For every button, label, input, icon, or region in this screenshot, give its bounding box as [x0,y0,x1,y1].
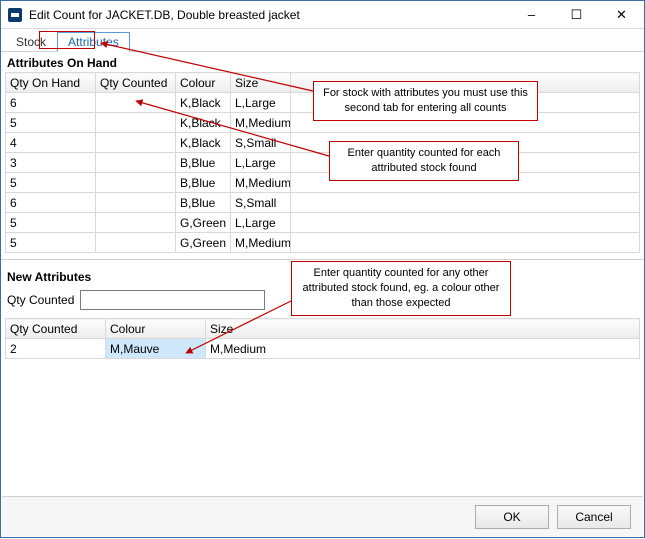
cell-empty [291,213,640,233]
table-row[interactable]: 5 G,GreenM,Medium [6,233,640,253]
cell-qty-on-hand[interactable]: 5 [6,213,96,233]
maximize-button[interactable]: ☐ [554,1,599,29]
cell-colour[interactable]: K,Black [176,93,231,113]
window-title: Edit Count for JACKET.DB, Double breaste… [29,8,509,22]
dialog-footer: OK Cancel [2,496,643,536]
tab-stock[interactable]: Stock [5,32,57,51]
cell-qty-counted[interactable] [96,133,176,153]
cell-qty-counted[interactable] [96,93,176,113]
col-qty-counted[interactable]: Qty Counted [96,73,176,93]
cell-size[interactable]: M,Medium [231,173,291,193]
cell-colour[interactable]: G,Green [176,213,231,233]
new-attributes-table: Qty Counted Colour Size 2M,MauveM,Medium [5,318,640,359]
cell-size[interactable]: M,Medium [206,339,640,359]
heading-attributes-on-hand: Attributes On Hand [1,52,644,72]
cell-qty-counted[interactable] [96,113,176,133]
cell-qty-counted[interactable] [96,233,176,253]
col-colour[interactable]: Colour [176,73,231,93]
cell-size[interactable]: L,Large [231,213,291,233]
tab-attributes[interactable]: Attributes [57,32,130,52]
cell-size[interactable]: M,Medium [231,113,291,133]
cancel-button[interactable]: Cancel [557,505,631,529]
cell-empty [291,193,640,213]
cell-size[interactable]: L,Large [231,153,291,173]
cell-qty-counted[interactable] [96,193,176,213]
col-size[interactable]: Size [231,73,291,93]
tab-strip: Stock Attributes [1,29,644,52]
col2-size[interactable]: Size [206,319,640,339]
cell-size[interactable]: S,Small [231,133,291,153]
cell-colour[interactable]: M,Mauve [106,339,206,359]
cell-colour[interactable]: B,Blue [176,193,231,213]
cell-empty [291,233,640,253]
annotation-new-qty: Enter quantity counted for any other att… [291,261,511,316]
close-button[interactable]: ✕ [599,1,644,29]
table-row[interactable]: 3 B,BlueL,Large [6,153,640,173]
app-icon [7,7,23,23]
col2-colour[interactable]: Colour [106,319,206,339]
cell-colour[interactable]: G,Green [176,233,231,253]
cell-colour[interactable]: B,Blue [176,173,231,193]
qty-counted-input[interactable] [80,290,265,310]
cell-qty-counted[interactable] [96,153,176,173]
cell-colour[interactable]: B,Blue [176,153,231,173]
cell-size[interactable]: L,Large [231,93,291,113]
cell-qty-on-hand[interactable]: 4 [6,133,96,153]
cell-qty-on-hand[interactable]: 6 [6,93,96,113]
cell-qty-on-hand[interactable]: 5 [6,113,96,133]
window-buttons: – ☐ ✕ [509,1,644,29]
qty-counted-label: Qty Counted [7,293,74,307]
cell-qty-on-hand[interactable]: 6 [6,193,96,213]
annotation-qty-counted-col: Enter quantity counted for each attribut… [329,141,519,181]
cell-size[interactable]: S,Small [231,193,291,213]
annotation-tab: For stock with attributes you must use t… [313,81,538,121]
table-row[interactable]: 5 B,BlueM,Medium [6,173,640,193]
table-row[interactable]: 6 B,BlueS,Small [6,193,640,213]
divider [1,259,644,260]
cell-colour[interactable]: K,Black [176,113,231,133]
table-row[interactable]: 4 K,BlackS,Small [6,133,640,153]
cell-qty-counted[interactable] [96,173,176,193]
table-row[interactable]: 5 G,GreenL,Large [6,213,640,233]
cell-qty-counted[interactable] [96,213,176,233]
cell-size[interactable]: M,Medium [231,233,291,253]
cell-qty-on-hand[interactable]: 5 [6,173,96,193]
cell-qty-counted[interactable]: 2 [6,339,106,359]
cell-colour[interactable]: K,Black [176,133,231,153]
cell-qty-on-hand[interactable]: 3 [6,153,96,173]
cell-qty-on-hand[interactable]: 5 [6,233,96,253]
col-qty-on-hand[interactable]: Qty On Hand [6,73,96,93]
minimize-button[interactable]: – [509,1,554,29]
table-row[interactable]: 2M,MauveM,Medium [6,339,640,359]
col2-qty-counted[interactable]: Qty Counted [6,319,106,339]
window-titlebar: Edit Count for JACKET.DB, Double breaste… [1,1,644,29]
ok-button[interactable]: OK [475,505,549,529]
